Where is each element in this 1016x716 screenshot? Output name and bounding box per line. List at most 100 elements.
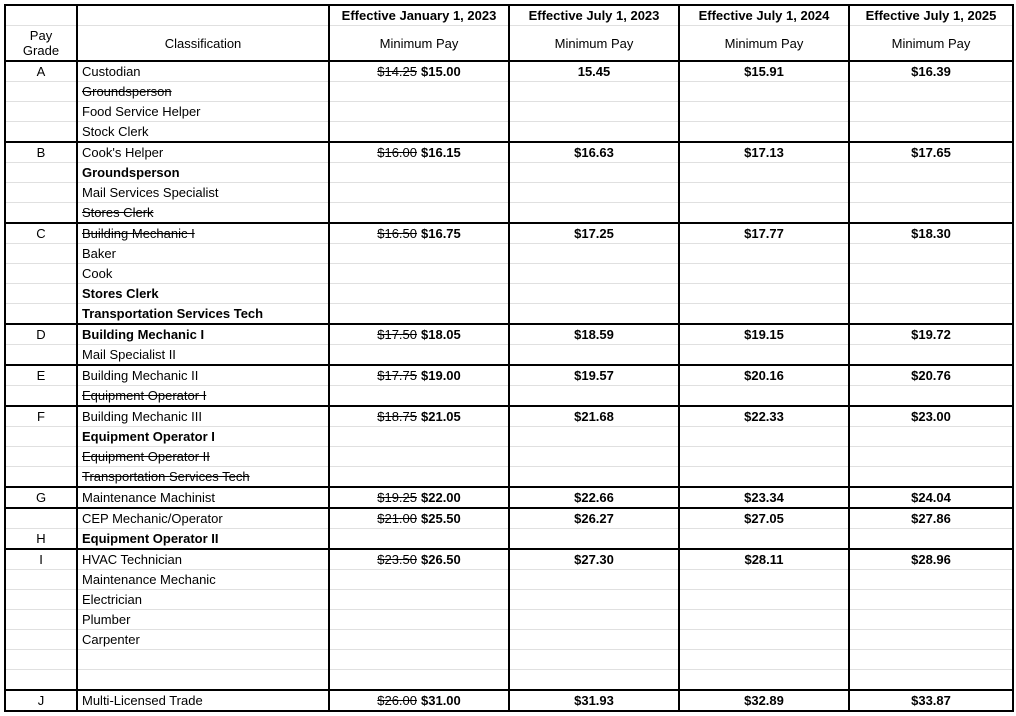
paygrade-cell bbox=[5, 163, 77, 183]
pay-period-3 bbox=[679, 610, 849, 630]
paygrade-cell bbox=[5, 183, 77, 203]
pay-schedule-table: Effective January 1, 2023Effective July … bbox=[4, 4, 1014, 712]
classification-cell: Cook bbox=[77, 264, 329, 284]
pay-period-2 bbox=[509, 427, 679, 447]
paygrade-cell: B bbox=[5, 142, 77, 163]
hdr-period-3: Effective July 1, 2024 bbox=[679, 5, 849, 26]
classification-cell: HVAC Technician bbox=[77, 549, 329, 570]
paygrade-cell bbox=[5, 467, 77, 488]
pay-period-2 bbox=[509, 670, 679, 690]
pay-period-1: $16.50$16.75 bbox=[329, 223, 509, 244]
classification-cell: Building Mechanic II bbox=[77, 365, 329, 386]
paygrade-cell bbox=[5, 345, 77, 366]
pay-period-3 bbox=[679, 304, 849, 325]
pay-period-4 bbox=[849, 386, 1013, 407]
pay-period-2 bbox=[509, 386, 679, 407]
hdr-period-1: Effective January 1, 2023 bbox=[329, 5, 509, 26]
classification-cell: Baker bbox=[77, 244, 329, 264]
pay-period-1 bbox=[329, 427, 509, 447]
classification-cell: Transportation Services Tech bbox=[77, 467, 329, 488]
pay-period-3 bbox=[679, 183, 849, 203]
pay-period-2 bbox=[509, 345, 679, 366]
pay-period-3 bbox=[679, 570, 849, 590]
pay-period-3 bbox=[679, 203, 849, 224]
pay-period-3 bbox=[679, 467, 849, 488]
hdr-minpay-1: Minimum Pay bbox=[329, 26, 509, 62]
pay-period-4: $16.39 bbox=[849, 61, 1013, 82]
pay-period-1 bbox=[329, 244, 509, 264]
pay-period-4 bbox=[849, 203, 1013, 224]
pay-period-3 bbox=[679, 630, 849, 650]
classification-cell: Stores Clerk bbox=[77, 284, 329, 304]
pay-period-3 bbox=[679, 650, 849, 670]
paygrade-cell bbox=[5, 122, 77, 143]
pay-period-1 bbox=[329, 570, 509, 590]
classification-cell: Equipment Operator I bbox=[77, 386, 329, 407]
paygrade-cell bbox=[5, 264, 77, 284]
classification-cell: Maintenance Machinist bbox=[77, 487, 329, 508]
pay-period-4: $27.86 bbox=[849, 508, 1013, 529]
pay-period-3 bbox=[679, 590, 849, 610]
pay-period-1: $17.50$18.05 bbox=[329, 324, 509, 345]
classification-cell: Electrician bbox=[77, 590, 329, 610]
pay-period-4 bbox=[849, 630, 1013, 650]
classification-cell: Groundsperson bbox=[77, 163, 329, 183]
pay-period-4: $18.30 bbox=[849, 223, 1013, 244]
pay-period-4: $19.72 bbox=[849, 324, 1013, 345]
classification-cell: Multi-Licensed Trade bbox=[77, 690, 329, 711]
pay-period-2: $17.25 bbox=[509, 223, 679, 244]
paygrade-cell bbox=[5, 82, 77, 102]
pay-period-3: $15.91 bbox=[679, 61, 849, 82]
hdr-period-2: Effective July 1, 2023 bbox=[509, 5, 679, 26]
pay-period-1 bbox=[329, 82, 509, 102]
pay-period-4 bbox=[849, 122, 1013, 143]
pay-period-4 bbox=[849, 590, 1013, 610]
pay-period-4 bbox=[849, 650, 1013, 670]
pay-period-4 bbox=[849, 529, 1013, 550]
pay-period-4 bbox=[849, 610, 1013, 630]
paygrade-cell bbox=[5, 284, 77, 304]
pay-period-4 bbox=[849, 163, 1013, 183]
pay-period-2: 15.45 bbox=[509, 61, 679, 82]
pay-period-3: $27.05 bbox=[679, 508, 849, 529]
pay-period-3: $32.89 bbox=[679, 690, 849, 711]
classification-cell: Building Mechanic I bbox=[77, 324, 329, 345]
pay-period-3 bbox=[679, 284, 849, 304]
pay-period-4 bbox=[849, 570, 1013, 590]
pay-period-2 bbox=[509, 610, 679, 630]
pay-period-1 bbox=[329, 529, 509, 550]
paygrade-cell bbox=[5, 427, 77, 447]
pay-period-1 bbox=[329, 304, 509, 325]
pay-period-1 bbox=[329, 630, 509, 650]
pay-period-1 bbox=[329, 345, 509, 366]
pay-period-2: $21.68 bbox=[509, 406, 679, 427]
pay-period-4 bbox=[849, 345, 1013, 366]
pay-period-2 bbox=[509, 264, 679, 284]
classification-cell: Food Service Helper bbox=[77, 102, 329, 122]
pay-period-1 bbox=[329, 122, 509, 143]
pay-period-4: $20.76 bbox=[849, 365, 1013, 386]
pay-period-2 bbox=[509, 570, 679, 590]
pay-period-1 bbox=[329, 467, 509, 488]
pay-period-3 bbox=[679, 244, 849, 264]
hdr-minpay-4: Minimum Pay bbox=[849, 26, 1013, 62]
pay-period-1 bbox=[329, 102, 509, 122]
pay-period-1: $18.75$21.05 bbox=[329, 406, 509, 427]
pay-period-3 bbox=[679, 345, 849, 366]
pay-period-1: $21.00$25.50 bbox=[329, 508, 509, 529]
classification-cell bbox=[77, 670, 329, 690]
paygrade-cell bbox=[5, 650, 77, 670]
paygrade-cell: H bbox=[5, 529, 77, 550]
pay-period-3 bbox=[679, 529, 849, 550]
pay-period-3: $17.13 bbox=[679, 142, 849, 163]
paygrade-cell bbox=[5, 610, 77, 630]
pay-period-1 bbox=[329, 264, 509, 284]
pay-period-2 bbox=[509, 122, 679, 143]
pay-period-2 bbox=[509, 304, 679, 325]
classification-cell: Building Mechanic I bbox=[77, 223, 329, 244]
paygrade-cell: D bbox=[5, 324, 77, 345]
pay-period-3 bbox=[679, 264, 849, 284]
classification-cell: Maintenance Mechanic bbox=[77, 570, 329, 590]
pay-period-4 bbox=[849, 427, 1013, 447]
pay-period-2: $31.93 bbox=[509, 690, 679, 711]
